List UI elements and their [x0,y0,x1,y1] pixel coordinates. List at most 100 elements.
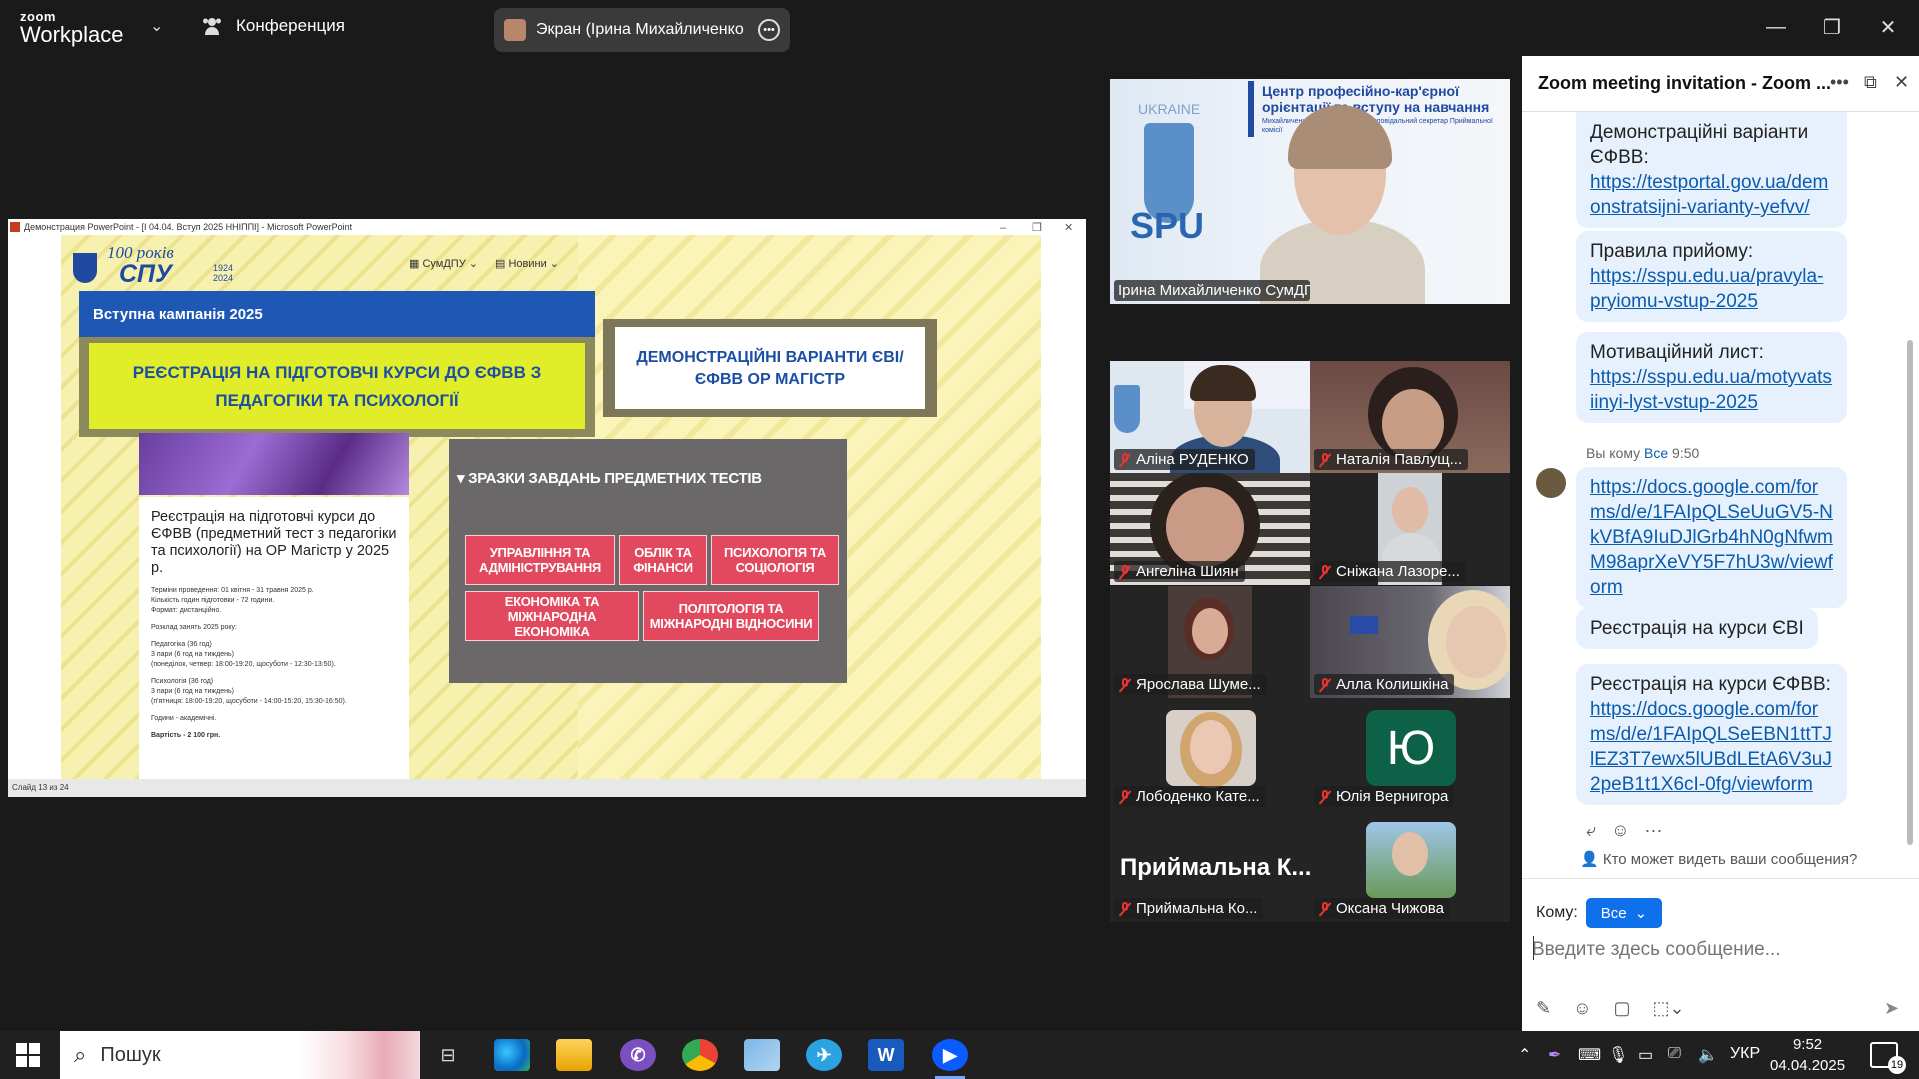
format-icon[interactable]: ✎ [1536,998,1551,1019]
participant-tile[interactable]: Алла Колишкіна [1310,586,1510,698]
subject-button: ПСИХОЛОГІЯ ТА СОЦІОЛОГІЯ [711,535,839,585]
clock[interactable]: 9:52 04.04.2025 [1770,1034,1845,1076]
registration-line: Години - академічні. [151,715,217,722]
divider [1522,878,1919,879]
screenshot-icon[interactable]: ⬚⌄ [1653,998,1685,1019]
muted-mic-icon [1118,677,1132,693]
participant-name-large: Приймальна К... [1120,854,1310,881]
participant-tile[interactable]: Лободенко Кате... [1110,698,1310,810]
file-icon[interactable]: ▢ [1613,998,1630,1019]
message-link[interactable]: https://sspu.edu.ua/pravyla-pryiomu-vstu… [1590,266,1823,312]
pen-icon[interactable]: ✒ [1548,1045,1561,1065]
flower-image [139,433,409,495]
meet-now-icon[interactable]: ⌨ [1578,1045,1601,1065]
ppt-close-icon: ✕ [1064,222,1074,234]
participant-name-tag: Лободенко Кате... [1114,786,1266,807]
battery-icon[interactable]: ▭ [1638,1045,1653,1065]
ppt-restore-icon: ❐ [1032,222,1042,234]
participant-name-tag: Алла Колишкіна [1314,674,1455,695]
participant-tile[interactable]: Оксана Чижова [1310,810,1510,922]
subject-button: УПРАВЛІННЯ ТА АДМІНІСТРУВАННЯ [465,535,615,585]
message-link[interactable]: https://docs.google.com/forms/d/e/1FAIpQ… [1590,699,1832,795]
search-label: Пошук [100,1043,161,1066]
participant-tile[interactable]: Ю Юлія Вернигора [1310,698,1510,810]
registration-price: Вартість - 2 100 грн. [151,732,221,739]
speaker-bg-stripe [1248,81,1254,137]
logo-bottom-text: Workplace [20,22,124,47]
message-text: Реєстрація на курси ЄВІ [1590,618,1804,639]
participant-tile[interactable]: Ярослава Шуме... [1110,586,1310,698]
task-view-icon[interactable]: ⊟ [430,1039,466,1071]
message-text: Правила прийому: [1590,241,1754,262]
message-input[interactable] [1532,932,1902,968]
who-can-see-link[interactable]: 👤 Кто может видеть ваши сообщения? [1580,850,1857,868]
recipient-select[interactable]: Все ⌄ [1586,898,1662,928]
minimize-button[interactable]: — [1756,10,1796,44]
zoom-app-icon[interactable]: ▶ [932,1039,968,1071]
windows-start-icon[interactable] [16,1043,40,1067]
paint-icon[interactable] [744,1039,780,1071]
participant-name: Приймальна Ко... [1136,900,1258,917]
muted-mic-icon [1118,452,1132,468]
subject-button: ЕКОНОМІКА ТА МІЖНАРОДНА ЕКОНОМІКА [465,591,639,641]
message-link[interactable]: https://sspu.edu.ua/motyvatsiinyi-lyst-v… [1590,367,1832,413]
zoom-logo[interactable]: zoom Workplace [20,10,124,46]
participant-tile[interactable]: Аліна РУДЕНКО [1110,361,1310,473]
participants-icon [203,18,221,35]
reply-icon[interactable]: ⤶ [1586,820,1596,840]
network-icon[interactable]: ⎚ [1668,1045,1681,1063]
registration-line: Формат: дистанційно. [151,607,222,614]
close-icon[interactable]: ✕ [1894,72,1909,93]
more-icon[interactable]: ••• [1830,72,1849,93]
chat-message: Правила прийому: https://sspu.edu.ua/pra… [1576,231,1847,322]
viber-icon[interactable]: ✆ [620,1039,656,1071]
participant-tile[interactable]: Сніжана Лазоре... [1310,473,1510,585]
notifications-icon[interactable]: 19 [1870,1042,1906,1074]
test-samples-box: ▾ ЗРАЗКИ ЗАВДАНЬ ПРЕДМЕТНИХ ТЕСТІВ УПРАВ… [449,439,847,683]
edge-icon[interactable] [494,1039,530,1071]
emoji-icon[interactable]: ☺ [1573,998,1591,1019]
message-text: Реєстрація на курси ЄФВВ: [1590,674,1831,695]
emoji-reaction-icon[interactable]: ☺ [1611,820,1629,840]
demo-variants-text: ДЕМОНСТРАЦІЙНІ ВАРІАНТИ ЄВІ/ЄФВВ ОР МАГІ… [615,327,925,409]
slide-banner: Вступна кампанія 2025 [79,291,595,337]
registration-line: 3 пари (6 год на тиждень) [151,651,234,658]
close-button[interactable]: ✕ [1868,10,1908,44]
pop-out-icon[interactable]: ⧉ [1864,72,1877,93]
telegram-icon[interactable]: ✈ [806,1039,842,1071]
send-icon[interactable]: ➤ [1884,998,1899,1019]
chevron-down-icon[interactable]: ⌄ [150,16,163,36]
chat-messages[interactable]: Демонстраційні варіанти ЄФВВ: https://te… [1522,112,1919,897]
message-link[interactable]: https://testportal.gov.ua/demonstratsijn… [1590,172,1828,218]
chat-scrollbar[interactable] [1907,340,1913,845]
screen-share-indicator[interactable]: Экран (Ірина Михайличенко СумДПУ ••• [494,8,790,52]
more-icon[interactable]: ••• [758,19,780,41]
participant-tile[interactable]: Наталія Павлущ... [1310,361,1510,473]
registration-line: Психологія (36 год) [151,678,214,685]
chrome-icon[interactable] [682,1039,718,1071]
meta-sender: Вы кому [1586,445,1641,461]
microphone-icon[interactable]: 🎙 [1608,1045,1628,1065]
message-link[interactable]: https://docs.google.com/forms/d/e/1FAIpQ… [1590,477,1833,598]
restore-button[interactable]: ❐ [1812,10,1852,44]
chevron-down-icon: ⌄ [1634,905,1648,922]
taskbar-search[interactable]: ⌕ Пошук [60,1031,420,1079]
participant-tile[interactable]: Ангеліна Шиян [1110,473,1310,585]
muted-mic-icon [1318,564,1332,580]
chat-message: Реєстрація на курси ЄВІ [1576,608,1818,649]
participant-face [1192,608,1228,654]
chevron-up-icon[interactable]: ⌃ [1518,1045,1531,1065]
chat-message: Мотиваційний лист: https://sspu.edu.ua/m… [1576,332,1847,423]
word-icon[interactable]: W [868,1039,904,1071]
speaker-video[interactable]: Центр професійно-кар'єрної орієнтації та… [1110,79,1510,304]
participant-tile[interactable]: Приймальна К... Приймальна Ко... [1110,810,1310,922]
more-icon[interactable]: ··· [1645,820,1663,840]
sender-avatar [1536,468,1566,498]
speaker-bg-spu: SPU [1130,205,1205,246]
file-explorer-icon[interactable] [556,1039,592,1071]
conference-menu[interactable]: Конференция [202,16,345,36]
muted-mic-icon [1118,564,1132,580]
language-indicator[interactable]: УКР [1730,1045,1760,1063]
taskbar: ⌕ Пошук ⊟ ✆ ✈ W ▶ ⌃ ✒ ⌨ 🎙 ▭ ⎚ 🔈 УКР 9:52… [0,1031,1919,1079]
volume-icon[interactable]: 🔈 [1698,1045,1718,1065]
